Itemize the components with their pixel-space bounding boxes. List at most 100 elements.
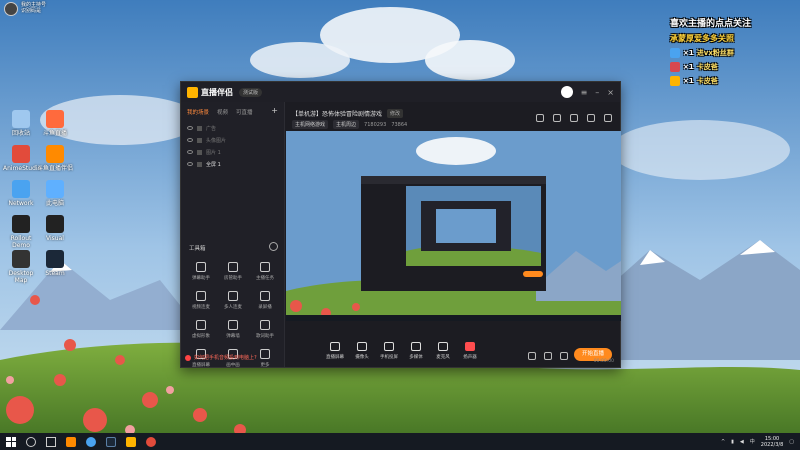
tool-icon: [196, 291, 206, 301]
scene-item[interactable]: 全屏 1: [187, 158, 278, 170]
ime-indicator[interactable]: 中: [750, 438, 755, 445]
gear-icon[interactable]: [560, 352, 568, 360]
tab-live[interactable]: 可直播: [236, 108, 253, 116]
logo-icon: [187, 86, 198, 98]
add-scene-button[interactable]: +: [271, 107, 278, 116]
minimize-icon[interactable]: –: [595, 88, 599, 97]
desktop-icon-steam[interactable]: Steam: [37, 250, 73, 277]
taskbar-app-browser[interactable]: [86, 436, 96, 447]
overlay-row: ×1 进vx粉丝群: [670, 48, 790, 58]
bell-icon[interactable]: [587, 114, 595, 122]
eye-icon[interactable]: [544, 352, 552, 360]
edit-title-button[interactable]: 修改: [387, 109, 404, 118]
profile-id: 识别码是: [21, 8, 42, 14]
scene-item[interactable]: 广告: [187, 122, 278, 134]
desktop-profile: 我的主持号 识别码是: [4, 2, 46, 16]
room-title: 【单机游】恐怖体验冒险剧情游戏 修改: [292, 109, 404, 118]
tool-icon: [196, 262, 206, 272]
category-tag[interactable]: 主机网络游戏: [292, 120, 329, 129]
desktop-icon-rollout[interactable]: Rollout Demo: [3, 215, 39, 249]
desktop-icon-network[interactable]: Network: [3, 180, 39, 207]
tool-item[interactable]: 虚拟形象: [185, 320, 217, 339]
taskbar-app-weibo[interactable]: [146, 436, 156, 447]
source-icon: [197, 137, 202, 143]
settings-icon[interactable]: [604, 114, 612, 122]
desktop-icon-animestudio[interactable]: AnimeStudio: [3, 145, 41, 172]
viewer-count: 7180293: [364, 121, 387, 128]
preview-image: [286, 131, 621, 321]
tool-item[interactable]: 视频连麦: [185, 291, 217, 310]
toolbox-grid: 弹幕助手 房管助手 主播任务 视频连麦 多人连麦 录屏播 虚拟形象 弹幕墙 歌词…: [185, 262, 281, 368]
secondary-controls: [528, 352, 568, 360]
tool-item[interactable]: 弹幕墙: [217, 320, 249, 339]
source-icon: [197, 149, 202, 155]
task-view-icon[interactable]: [46, 436, 56, 447]
taskbar-app-steam[interactable]: [106, 436, 116, 447]
desktop-icon-douyu[interactable]: 斗鱼直播: [37, 110, 73, 137]
stream-timer: 00:00:00: [593, 359, 614, 364]
gift-icon[interactable]: [536, 114, 544, 122]
category-tag[interactable]: 主机周边: [333, 120, 360, 129]
network-icon[interactable]: ▮: [731, 439, 734, 445]
taskbar-app-companion[interactable]: [126, 436, 136, 447]
scene-sidebar: 我的场景 视频 可直播 + 广告 头像图片 图片 1 全屏 1 工具箱 弹幕助手…: [181, 102, 285, 368]
play-icon: [411, 342, 421, 351]
overlay-row: ×1 卡皮爸: [670, 62, 790, 72]
control-speaker[interactable]: 扬声器: [461, 342, 479, 360]
stream-preview[interactable]: [286, 131, 621, 321]
user-avatar[interactable]: [560, 86, 573, 98]
scene-item[interactable]: 头像图片: [187, 134, 278, 146]
notification-icon[interactable]: ▢: [789, 439, 794, 445]
taskbar-app-douyu[interactable]: [66, 436, 76, 447]
eye-icon[interactable]: [187, 138, 193, 142]
search-icon[interactable]: [26, 436, 36, 447]
badge-icon: [670, 62, 680, 72]
monitor-icon: [330, 342, 340, 351]
desktop-icon-map[interactable]: Desktop Map: [3, 250, 39, 284]
control-camera[interactable]: 摄像头: [353, 342, 371, 360]
tool-item[interactable]: 主播任务: [249, 262, 281, 281]
badge-icon: [670, 48, 680, 58]
tool-item[interactable]: 弹幕助手: [185, 262, 217, 281]
close-icon[interactable]: ×: [607, 88, 614, 97]
clock[interactable]: 15:00 2022/3/8: [761, 436, 783, 448]
control-phone-cast[interactable]: 手机投屏: [380, 342, 398, 360]
tab-scenes[interactable]: 我的场景: [187, 108, 209, 116]
tool-item[interactable]: 歌词助手: [249, 320, 281, 339]
record-icon[interactable]: [528, 352, 536, 360]
eye-icon[interactable]: [187, 162, 193, 166]
lock-icon[interactable]: [553, 114, 561, 122]
share-icon[interactable]: [570, 114, 578, 122]
volume-icon[interactable]: ◀: [740, 439, 744, 445]
overlay-row: ×1 卡皮爸: [670, 76, 790, 86]
control-mic[interactable]: 麦克风: [434, 342, 452, 360]
desktop-icon-recycle-bin[interactable]: 回收站: [3, 110, 39, 137]
toolbox-settings-icon[interactable]: [269, 242, 278, 251]
desktop-icon-visual[interactable]: Visual: [37, 215, 73, 242]
control-media[interactable]: 多媒体: [407, 342, 425, 360]
sidebar-tabs: 我的场景 视频 可直播 +: [181, 102, 284, 120]
main-toolbar: [536, 114, 612, 122]
desktop-icon-this-pc[interactable]: 此电脑: [37, 180, 73, 207]
tool-item[interactable]: 多人连麦: [217, 291, 249, 310]
tool-icon: [196, 320, 206, 330]
heat-count: 73864: [391, 121, 408, 128]
scene-item[interactable]: 图片 1: [187, 146, 278, 158]
app-logo: 直播伴侣: [187, 86, 233, 98]
tool-item[interactable]: 房管助手: [217, 262, 249, 281]
camera-icon: [357, 342, 367, 351]
start-icon[interactable]: [6, 436, 16, 447]
tab-video[interactable]: 视频: [217, 108, 228, 116]
tool-item[interactable]: 录屏播: [249, 291, 281, 310]
avatar: [4, 2, 18, 16]
help-hint[interactable]: 如何把手机音频投到电脑上?: [185, 354, 281, 361]
tool-icon: [228, 291, 238, 301]
control-screen[interactable]: 直播屏幕: [326, 342, 344, 360]
menu-icon[interactable]: ≡: [581, 88, 588, 97]
eye-icon[interactable]: [187, 150, 193, 154]
desktop-icon-douyu-companion[interactable]: 斗鱼直播伴侣: [37, 145, 73, 172]
eye-icon[interactable]: [187, 126, 193, 130]
stream-overlay: 喜欢主播的点点关注 承蒙厚爱多多关照 ×1 进vx粉丝群 ×1 卡皮爸 ×1 卡皮爸: [670, 16, 790, 90]
chevron-up-icon[interactable]: ^: [721, 439, 725, 445]
toolbox-title: 工具箱: [189, 246, 206, 252]
